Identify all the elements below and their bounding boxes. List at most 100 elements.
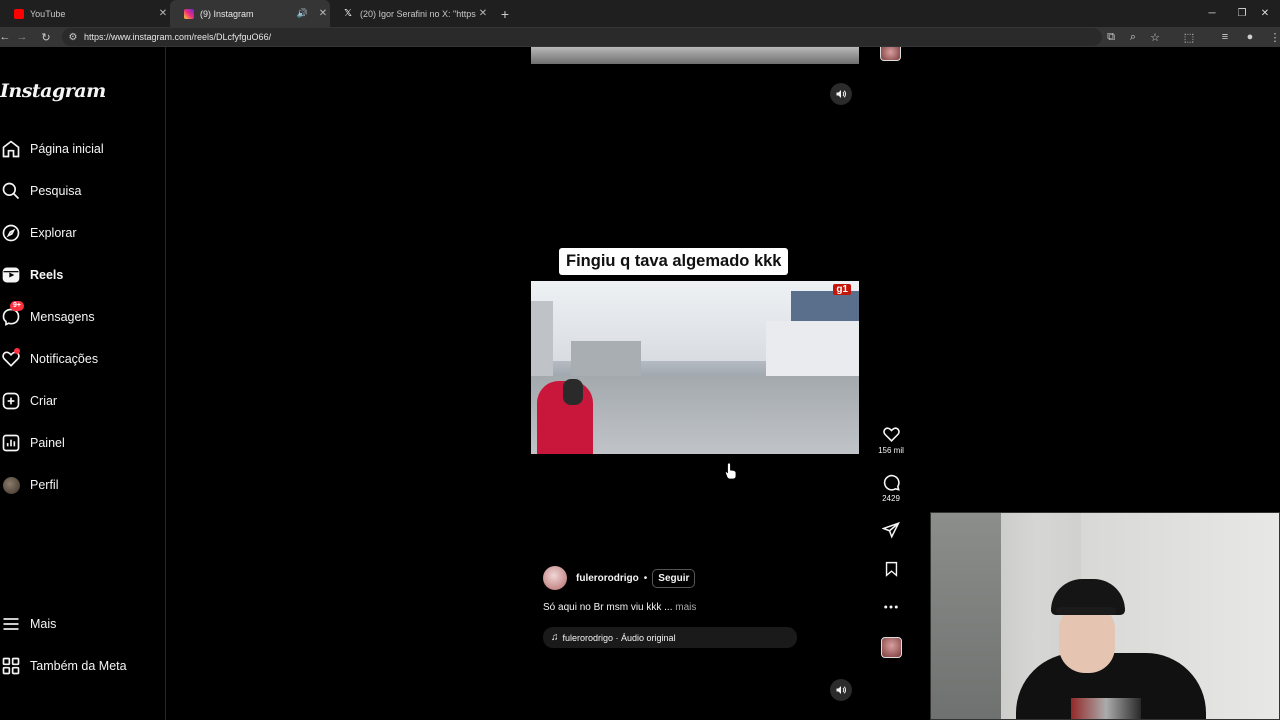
tab-x[interactable]: 𝕏 (20) Igor Serafini no X: "https:// ✕ <box>330 0 490 27</box>
nav-reels[interactable]: Reels <box>0 260 160 290</box>
nav-explore[interactable]: Explorar <box>0 218 160 248</box>
webcam-person-face <box>1059 605 1115 673</box>
home-icon <box>0 138 22 160</box>
nav-home[interactable]: Página inicial <box>0 134 160 164</box>
audio-thumbnail-button[interactable] <box>876 637 906 658</box>
webcam-shirt-print <box>1071 698 1141 719</box>
video-frame-building <box>791 291 859 321</box>
profile-icon[interactable]: ● <box>1241 28 1259 46</box>
avatar[interactable] <box>543 566 567 590</box>
media-controls-icon[interactable]: ≡ <box>1216 28 1234 46</box>
forward-arrow-icon[interactable]: → <box>13 28 31 46</box>
mute-toggle-top[interactable] <box>830 83 852 105</box>
reel-overlay-caption: Fingiu q tava algemado kkk <box>559 248 789 275</box>
tab-title: (9) Instagram <box>200 8 254 19</box>
nav-profile[interactable]: Perfil <box>0 470 160 500</box>
nav-create[interactable]: Criar <box>0 386 160 416</box>
url-text: https://www.instagram.com/reels/DLcfyfgu… <box>84 32 272 42</box>
install-app-icon[interactable]: ⧉ <box>1102 28 1120 46</box>
nav-search[interactable]: Pesquisa <box>0 176 160 206</box>
close-tab-icon[interactable]: ✕ <box>476 8 490 19</box>
more-link[interactable]: mais <box>675 602 696 613</box>
share-button[interactable] <box>876 521 906 539</box>
address-bar[interactable]: ⚙ https://www.instagram.com/reels/DLcfyf… <box>62 28 1102 46</box>
nav-messages[interactable]: 9+ Mensagens <box>0 301 160 332</box>
reload-icon[interactable]: ↻ <box>37 28 55 46</box>
heart-icon <box>0 348 22 370</box>
comment-button[interactable]: 2429 <box>876 473 906 503</box>
reel-description: Só aqui no Br msm viu kkk ... mais <box>543 602 696 613</box>
nav-notifications[interactable]: Notificações <box>0 344 160 374</box>
more-dots-icon <box>884 605 898 609</box>
follow-button[interactable]: Seguir <box>652 568 696 588</box>
reel-video[interactable]: g1 <box>531 281 859 454</box>
tab-title: YouTube <box>30 8 66 19</box>
description-text: Só aqui no Br msm viu kkk ... <box>543 602 673 613</box>
speaker-icon <box>836 686 847 694</box>
messages-badge: 9+ <box>10 301 24 311</box>
speaker-icon[interactable]: 🔊 <box>297 8 308 19</box>
heart-icon <box>882 427 900 442</box>
previous-audio-thumbnail[interactable] <box>880 47 901 61</box>
menu-dots-icon[interactable]: ⋮ <box>1266 28 1280 46</box>
hand-cursor-icon <box>725 462 737 480</box>
video-frame-building <box>531 301 553 381</box>
messenger-icon: 9+ <box>0 301 24 328</box>
tab-youtube[interactable]: YouTube ✕ <box>0 0 170 27</box>
video-frame-building <box>766 321 859 383</box>
avatar <box>2 476 20 494</box>
zoom-icon[interactable]: ⌕ <box>1124 28 1142 46</box>
close-tab-icon[interactable]: ✕ <box>316 8 330 19</box>
author-username[interactable]: fulerorodrigo <box>576 573 639 584</box>
site-info-icon[interactable]: ⚙ <box>62 32 84 43</box>
g1-logo: g1 <box>833 284 851 295</box>
close-tab-icon[interactable]: ✕ <box>156 8 170 19</box>
bookmark-icon <box>885 561 897 577</box>
reels-icon <box>0 264 22 286</box>
search-icon <box>0 180 22 202</box>
x-favicon-icon: 𝕏 <box>344 7 353 19</box>
webcam-overlay <box>930 512 1280 720</box>
extensions-icon[interactable]: ⬚ <box>1180 28 1198 46</box>
previous-reel-video[interactable] <box>531 47 859 64</box>
meta-icon <box>0 655 22 677</box>
compass-icon <box>0 222 22 244</box>
tab-title: (20) Igor Serafini no X: "https:// <box>360 8 476 19</box>
nav-also-from-meta[interactable]: Também da Meta <box>0 651 160 681</box>
video-frame-building <box>571 341 641 381</box>
audio-thumbnail <box>880 637 902 658</box>
nav-more[interactable]: Mais <box>0 609 160 639</box>
comment-icon <box>883 474 900 491</box>
close-window-icon[interactable]: ✕ <box>1250 0 1280 27</box>
more-options-button[interactable] <box>876 598 906 616</box>
webcam-cap-brim <box>1056 607 1116 615</box>
comments-count: 2429 <box>882 494 900 503</box>
save-button[interactable] <box>876 560 906 578</box>
tab-instagram[interactable]: (9) Instagram 🔊 ✕ <box>170 0 330 27</box>
reel-author-row: fulerorodrigo • Seguir <box>543 566 696 590</box>
likes-count: 156 mil <box>878 446 904 455</box>
instagram-favicon-icon <box>184 8 194 19</box>
new-tab-button[interactable]: + <box>498 0 512 27</box>
plus-square-icon <box>0 390 22 412</box>
music-note-icon: ♫ <box>551 632 559 643</box>
bookmark-star-icon[interactable]: ☆ <box>1146 28 1164 46</box>
back-arrow-icon[interactable]: ← <box>0 28 14 46</box>
instagram-logo[interactable]: Instagram <box>0 80 106 102</box>
minimize-window-icon[interactable]: ─ <box>1197 0 1227 27</box>
mute-toggle[interactable] <box>830 679 852 701</box>
instagram-sidebar: Instagram Página inicial Pesquisa Explor… <box>0 47 166 720</box>
like-button[interactable]: 156 mil <box>876 425 906 455</box>
browser-toolbar: ← → ↻ ⚙ https://www.instagram.com/reels/… <box>0 27 1280 47</box>
webcam-door <box>931 513 1001 719</box>
notification-dot <box>14 348 20 354</box>
nav-dashboard[interactable]: Painel <box>0 428 160 458</box>
send-icon <box>882 521 900 539</box>
chart-icon <box>0 432 22 454</box>
browser-tab-bar: YouTube ✕ (9) Instagram 🔊 ✕ 𝕏 (20) Igor … <box>0 0 1280 27</box>
audio-link[interactable]: ♫ fulerorodrigo · Áudio original <box>543 627 797 648</box>
audio-label: fulerorodrigo · Áudio original <box>562 632 676 643</box>
separator-dot: • <box>643 572 648 584</box>
youtube-favicon-icon <box>14 8 24 19</box>
menu-icon <box>0 613 22 635</box>
